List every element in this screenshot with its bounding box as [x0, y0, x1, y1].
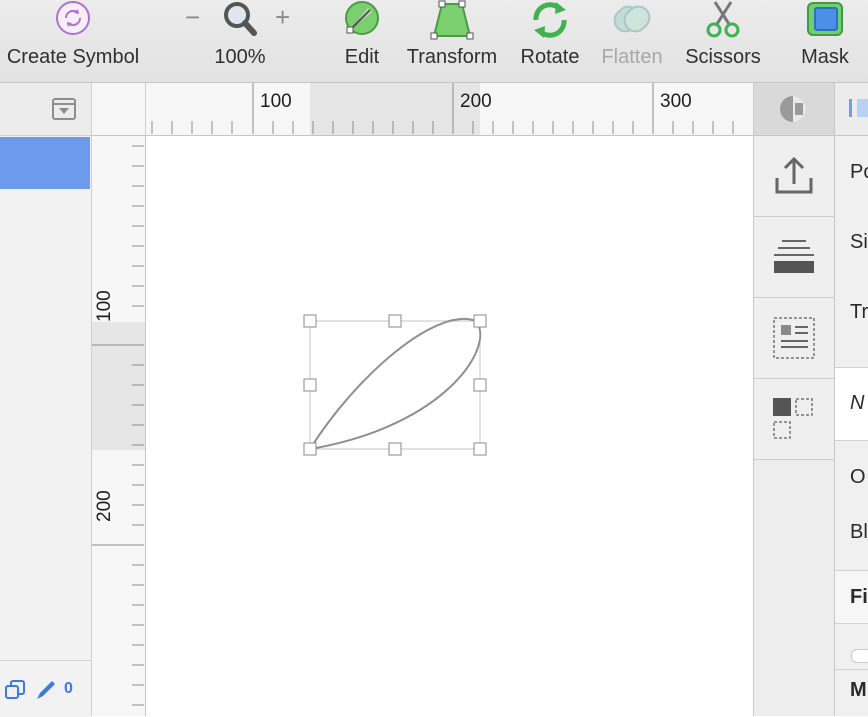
transform-label-inspector: Tr: [850, 301, 868, 323]
inspector-tool-strip: [753, 83, 835, 716]
artboard-canvas[interactable]: [146, 136, 753, 716]
scissors-label: Scissors: [685, 46, 761, 68]
mask-icon: [790, 0, 860, 40]
inspector-tab-indicator[interactable]: [849, 99, 852, 117]
markers-label: M: [850, 679, 867, 701]
inspector-tab[interactable]: [857, 99, 868, 117]
selected-layer-row[interactable]: [0, 137, 90, 189]
layers-panel: 0: [0, 83, 92, 717]
brush-icon[interactable]: [34, 678, 58, 702]
flatten-label: Flatten: [601, 46, 663, 68]
separator: [835, 440, 868, 441]
mask-label: Mask: [801, 46, 849, 68]
name-field-area[interactable]: N: [835, 368, 868, 440]
layers-panel-footer: 0: [0, 660, 91, 717]
selection-bounding-box: [309, 320, 481, 450]
fill-swatch[interactable]: [851, 649, 868, 663]
edit-label: Edit: [344, 46, 380, 68]
inspector-panel: Po Si Tr N O Bl Fi M: [835, 83, 868, 716]
transform-label: Transform: [406, 46, 498, 68]
h-ruler-label-300: 300: [660, 91, 692, 112]
size-label: Si: [850, 231, 868, 253]
share-icon: [775, 156, 813, 194]
opacity-label: O: [850, 466, 866, 488]
resize-handle-top-right[interactable]: [473, 314, 487, 328]
vertical-ruler[interactable]: 100 200: [92, 136, 146, 716]
resize-handle-right[interactable]: [473, 378, 487, 392]
separator: [835, 669, 868, 670]
fills-label: Fi: [850, 586, 868, 608]
flatten-icon: [596, 0, 668, 40]
zoom-in-button[interactable]: +: [275, 4, 290, 30]
zoom-level: 100%: [214, 46, 266, 68]
strip-header: [754, 83, 834, 136]
layers-panel-header: [0, 83, 91, 136]
resize-handle-bottom-right[interactable]: [473, 442, 487, 456]
h-ruler-label-100: 100: [260, 91, 292, 112]
resize-handle-top-left[interactable]: [303, 314, 317, 328]
layer-list-button[interactable]: [754, 217, 834, 298]
position-label: Po: [850, 161, 868, 183]
export-button[interactable]: [754, 136, 834, 217]
scissors-icon: [680, 0, 766, 40]
rotate-icon: [515, 0, 585, 40]
resize-handle-left[interactable]: [303, 378, 317, 392]
v-ruler-label-200: 200: [94, 490, 115, 522]
text-block-icon: [773, 317, 815, 359]
brush-count: 0: [64, 680, 73, 697]
inspector-header: [835, 83, 868, 136]
create-symbol-icon: [0, 0, 146, 40]
transform-button[interactable]: Transform: [400, 0, 504, 82]
blending-label: Bl: [850, 521, 868, 543]
transform-icon: [400, 0, 504, 40]
create-symbol-button[interactable]: Create Symbol: [0, 0, 146, 82]
components-icon: [773, 398, 813, 439]
text-layout-button[interactable]: [754, 298, 834, 379]
name-field-text: N: [850, 392, 865, 414]
v-ruler-label-100: 100: [94, 290, 115, 322]
scissors-button[interactable]: Scissors: [680, 0, 766, 82]
stack-icon: [774, 240, 814, 273]
horizontal-ruler[interactable]: 100 200 300: [92, 83, 753, 136]
create-symbol-label: Create Symbol: [6, 46, 140, 68]
rotate-label: Rotate: [520, 46, 580, 68]
zoom-control: − + 100%: [180, 0, 300, 82]
h-ruler-label-200: 200: [460, 91, 492, 112]
fills-section-header[interactable]: Fi: [835, 571, 868, 623]
toolbar: Create Symbol − + 100% Edit Transform Ro…: [0, 0, 868, 83]
style-icon[interactable]: [778, 94, 808, 124]
edit-button[interactable]: Edit: [332, 0, 392, 82]
separator: [835, 623, 868, 624]
pages-icon[interactable]: [4, 679, 26, 701]
flatten-button[interactable]: Flatten: [596, 0, 668, 82]
leaf-shape[interactable]: [307, 318, 482, 451]
collapse-panel-icon[interactable]: [52, 98, 76, 120]
symbols-button[interactable]: [754, 379, 834, 460]
edit-icon: [332, 0, 392, 40]
resize-handle-bottom-left[interactable]: [303, 442, 317, 456]
resize-handle-bottom[interactable]: [388, 442, 402, 456]
resize-handle-top[interactable]: [388, 314, 402, 328]
rotate-button[interactable]: Rotate: [515, 0, 585, 82]
mask-button[interactable]: Mask: [790, 0, 860, 82]
